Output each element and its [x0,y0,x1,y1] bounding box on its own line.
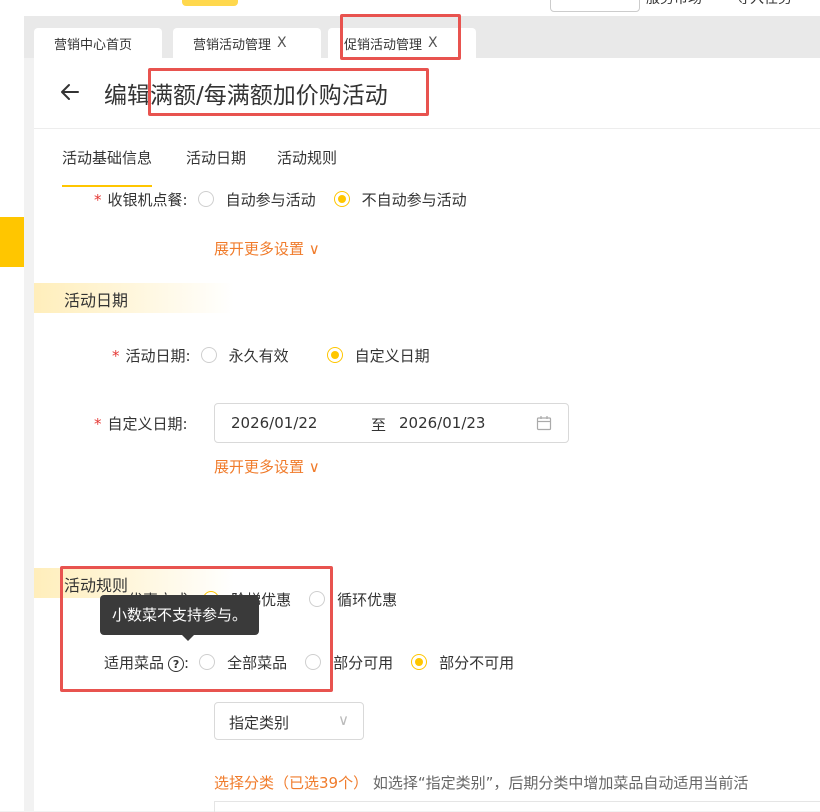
top-nav-bar: — 服务市场 导入任务 [24,0,820,16]
tab-marketing-activity-management[interactable]: 营销活动管理 X [173,28,321,58]
decimal-dish-tooltip: 小数菜不支持参与。 [100,595,260,641]
page-title-activity-type: 满额/每满额加价购活动 [150,83,388,109]
main-panel: 编辑满额/每满额加价购活动 活动基础信息 活动日期 活动规则 * 收银机点餐: 自… [34,58,820,812]
page-header: 编辑满额/每满额加价购活动 [34,58,820,129]
cashier-ordering-label: * 收银机点餐: [94,190,188,209]
chevron-down-icon: ∨ [338,711,349,729]
radio-circle[interactable] [326,347,343,363]
page-title-prefix: 编辑 [104,83,150,109]
radio-circle[interactable] [199,654,216,670]
radio-auto-join[interactable]: 自动参与活动 [197,189,316,210]
back-arrow-icon[interactable] [58,80,82,104]
radio-circle[interactable] [333,191,350,207]
category-hint: 选择分类（已选39个） 如选择“指定类别”，后期分类中增加菜品自动适用当前活 [214,772,748,793]
category-list-box [214,801,820,812]
chevron-down-icon: ∨ [304,240,320,258]
left-sidebar-strip [0,0,24,811]
activity-date-label: * 活动日期: [112,346,191,365]
activity-date-row: * 活动日期: 永久有效 自定义日期 [112,343,448,367]
radio-cyclic-discount[interactable]: 循环优惠 [309,589,397,610]
tab-label: 促销活动管理 [344,37,423,53]
category-select-value: 指定类别 [229,714,290,732]
top-nav-active-pill[interactable] [182,0,238,6]
tab-label: 营销中心首页 [54,37,133,53]
expand-more-settings-link-2[interactable]: 展开更多设置 ∨ [214,456,320,477]
radio-permanent[interactable]: 永久有效 [200,345,289,366]
top-nav-partial-left[interactable]: — [54,0,68,4]
radio-custom-date[interactable]: 自定义日期 [326,345,430,366]
date-range-picker[interactable]: 2026/01/22 至 2026/01/23 [214,403,569,443]
section-header-dates: 活动日期 [34,283,820,313]
custom-date-label-row: * 自定义日期: [94,411,188,435]
applicable-dishes-row: 适用菜品?: 全部菜品 部分可用 部分不可用 [104,650,532,674]
category-type-select[interactable]: 指定类别 ∨ [214,702,364,740]
close-icon[interactable]: X [277,35,287,51]
section-title: 活动日期 [64,291,129,310]
page-tabs-bar: 营销中心首页 营销活动管理 X 促销活动管理 X [24,16,820,58]
radio-partially-unavailable[interactable]: 部分不可用 [411,652,514,673]
top-nav-import-tasks[interactable]: 导入任务 [736,0,792,8]
active-sidebar-marker [0,217,24,267]
radio-circle[interactable] [197,191,214,207]
select-category-link[interactable]: 选择分类（已选39个） [214,774,368,792]
radio-circle[interactable] [200,347,217,363]
cashier-ordering-row: * 收银机点餐: 自动参与活动 不自动参与活动 [94,187,485,211]
date-range-separator: 至 [371,416,387,434]
section-title: 活动规则 [64,576,129,595]
page-title: 编辑满额/每满额加价购活动 [104,76,388,110]
tab-activity-dates[interactable]: 活动日期 [186,147,246,168]
top-search-box[interactable] [550,0,640,12]
tab-activity-rules[interactable]: 活动规则 [277,147,337,168]
radio-partially-available[interactable]: 部分可用 [305,652,393,673]
expand-more-settings-link[interactable]: 展开更多设置 ∨ [214,238,320,259]
radio-circle[interactable] [305,654,322,670]
chevron-down-icon: ∨ [304,458,320,476]
start-date-value[interactable]: 2026/01/22 [231,414,317,432]
applicable-dishes-label: 适用菜品?: [104,653,190,672]
calendar-icon[interactable] [536,415,552,431]
radio-all-dishes[interactable]: 全部菜品 [199,652,287,673]
tab-marketing-home[interactable]: 营销中心首页 [34,28,162,58]
category-hint-text: 如选择“指定类别”，后期分类中增加菜品自动适用当前活 [372,774,749,792]
close-icon[interactable]: X [428,35,438,51]
end-date-value[interactable]: 2026/01/23 [399,414,485,432]
custom-date-label: * 自定义日期: [94,414,188,433]
tab-promotion-activity-management[interactable]: 促销活动管理 X [328,28,476,58]
radio-not-auto-join[interactable]: 不自动参与活动 [333,189,467,210]
tab-basic-info[interactable]: 活动基础信息 [62,147,153,187]
radio-circle[interactable] [411,654,428,670]
section-tabs: 活动基础信息 活动日期 活动规则 [34,129,820,187]
top-nav-service-market[interactable]: 服务市场 [646,0,702,8]
radio-circle[interactable] [309,591,326,607]
question-mark-icon[interactable]: ? [168,656,185,672]
tab-label: 营销活动管理 [193,37,272,53]
